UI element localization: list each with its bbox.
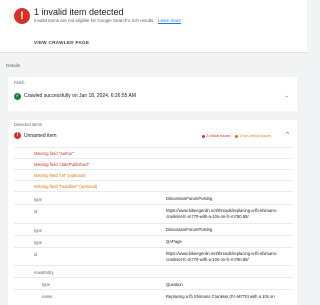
field-key: type bbox=[42, 282, 50, 287]
learn-more-link[interactable]: Learn more bbox=[158, 18, 181, 23]
field-value: Question bbox=[166, 282, 183, 287]
alert-subtitle: Invalid items are not eligible for Googl… bbox=[34, 18, 181, 23]
issue-item: Missing field "author" bbox=[34, 151, 75, 156]
chevron-down-icon[interactable]: ⌄ bbox=[285, 93, 289, 99]
warning-dot-icon bbox=[235, 134, 239, 138]
main-entity-key: mainEntity bbox=[34, 270, 54, 275]
divider bbox=[14, 277, 293, 278]
field-key: id bbox=[34, 209, 38, 214]
field-key: type bbox=[34, 240, 42, 245]
field-value: https://www.bikeegenlin.net/threads/repl… bbox=[166, 251, 278, 262]
field-key: name bbox=[42, 294, 53, 299]
divider bbox=[14, 191, 293, 192]
issue-badges: 2 critical issues 2 non-critical issues bbox=[202, 134, 271, 138]
check-circle-icon: ✓ bbox=[14, 93, 21, 100]
view-crawled-page-button[interactable]: VIEW CRAWLED PAGE bbox=[34, 40, 89, 45]
chevron-up-icon[interactable]: ^ bbox=[286, 132, 289, 138]
issue-item: Missing field "url" (optional) bbox=[34, 173, 86, 178]
details-label: Details bbox=[6, 63, 21, 68]
invalid-items-alert: ! 1 invalid item detected Invalid items … bbox=[0, 0, 307, 53]
field-key: id bbox=[34, 252, 38, 257]
divider bbox=[14, 289, 293, 290]
field-value: DiscussionForumPosting bbox=[166, 196, 213, 201]
divider bbox=[14, 147, 293, 148]
alert-title: 1 invalid item detected bbox=[34, 7, 124, 17]
issue-item: Missing field "headline" (optional) bbox=[34, 184, 98, 189]
noncritical-badge-text: 2 non-critical issues bbox=[239, 134, 271, 138]
detected-items-panel: Detected items ! Unnamed item 2 critical… bbox=[8, 120, 297, 305]
field-value: DiscussionForumPosting bbox=[166, 227, 213, 232]
field-value: Replacing a fb Shimano Crankset (Fc-M770… bbox=[166, 294, 275, 299]
fetch-header: Fetch bbox=[14, 80, 25, 85]
critical-badge: 2 critical issues bbox=[202, 134, 231, 138]
fetch-status: Crawled successfully on Jan 18, 2024, 6:… bbox=[24, 93, 137, 99]
alert-subtitle-text: Invalid items are not eligible for Googl… bbox=[34, 18, 155, 23]
error-icon: ! bbox=[14, 132, 21, 139]
noncritical-badge: 2 non-critical issues bbox=[235, 134, 271, 138]
item-label: Unnamed item bbox=[24, 133, 57, 139]
divider bbox=[14, 223, 293, 224]
fetch-panel[interactable]: Fetch ✓ Crawled successfully on Jan 18, … bbox=[8, 77, 297, 111]
divider bbox=[14, 169, 293, 170]
field-value: QAPage bbox=[166, 239, 182, 244]
divider bbox=[14, 247, 293, 248]
critical-badge-text: 2 critical issues bbox=[206, 134, 231, 138]
divider bbox=[14, 158, 293, 159]
detected-items-header: Detected items bbox=[14, 122, 42, 127]
unnamed-item-row[interactable]: ! Unnamed item 2 critical issues 2 non-c… bbox=[8, 129, 297, 143]
field-key: type bbox=[34, 197, 42, 202]
error-icon: ! bbox=[14, 8, 30, 24]
issue-item: Missing field "datePublished" bbox=[34, 162, 90, 167]
field-key: type bbox=[34, 228, 42, 233]
field-value: https://www.bikeegenlin.net/threads/repl… bbox=[166, 208, 278, 219]
divider bbox=[14, 235, 293, 236]
divider bbox=[14, 265, 293, 266]
divider bbox=[14, 180, 293, 181]
divider bbox=[14, 204, 293, 205]
critical-dot-icon bbox=[202, 134, 206, 138]
